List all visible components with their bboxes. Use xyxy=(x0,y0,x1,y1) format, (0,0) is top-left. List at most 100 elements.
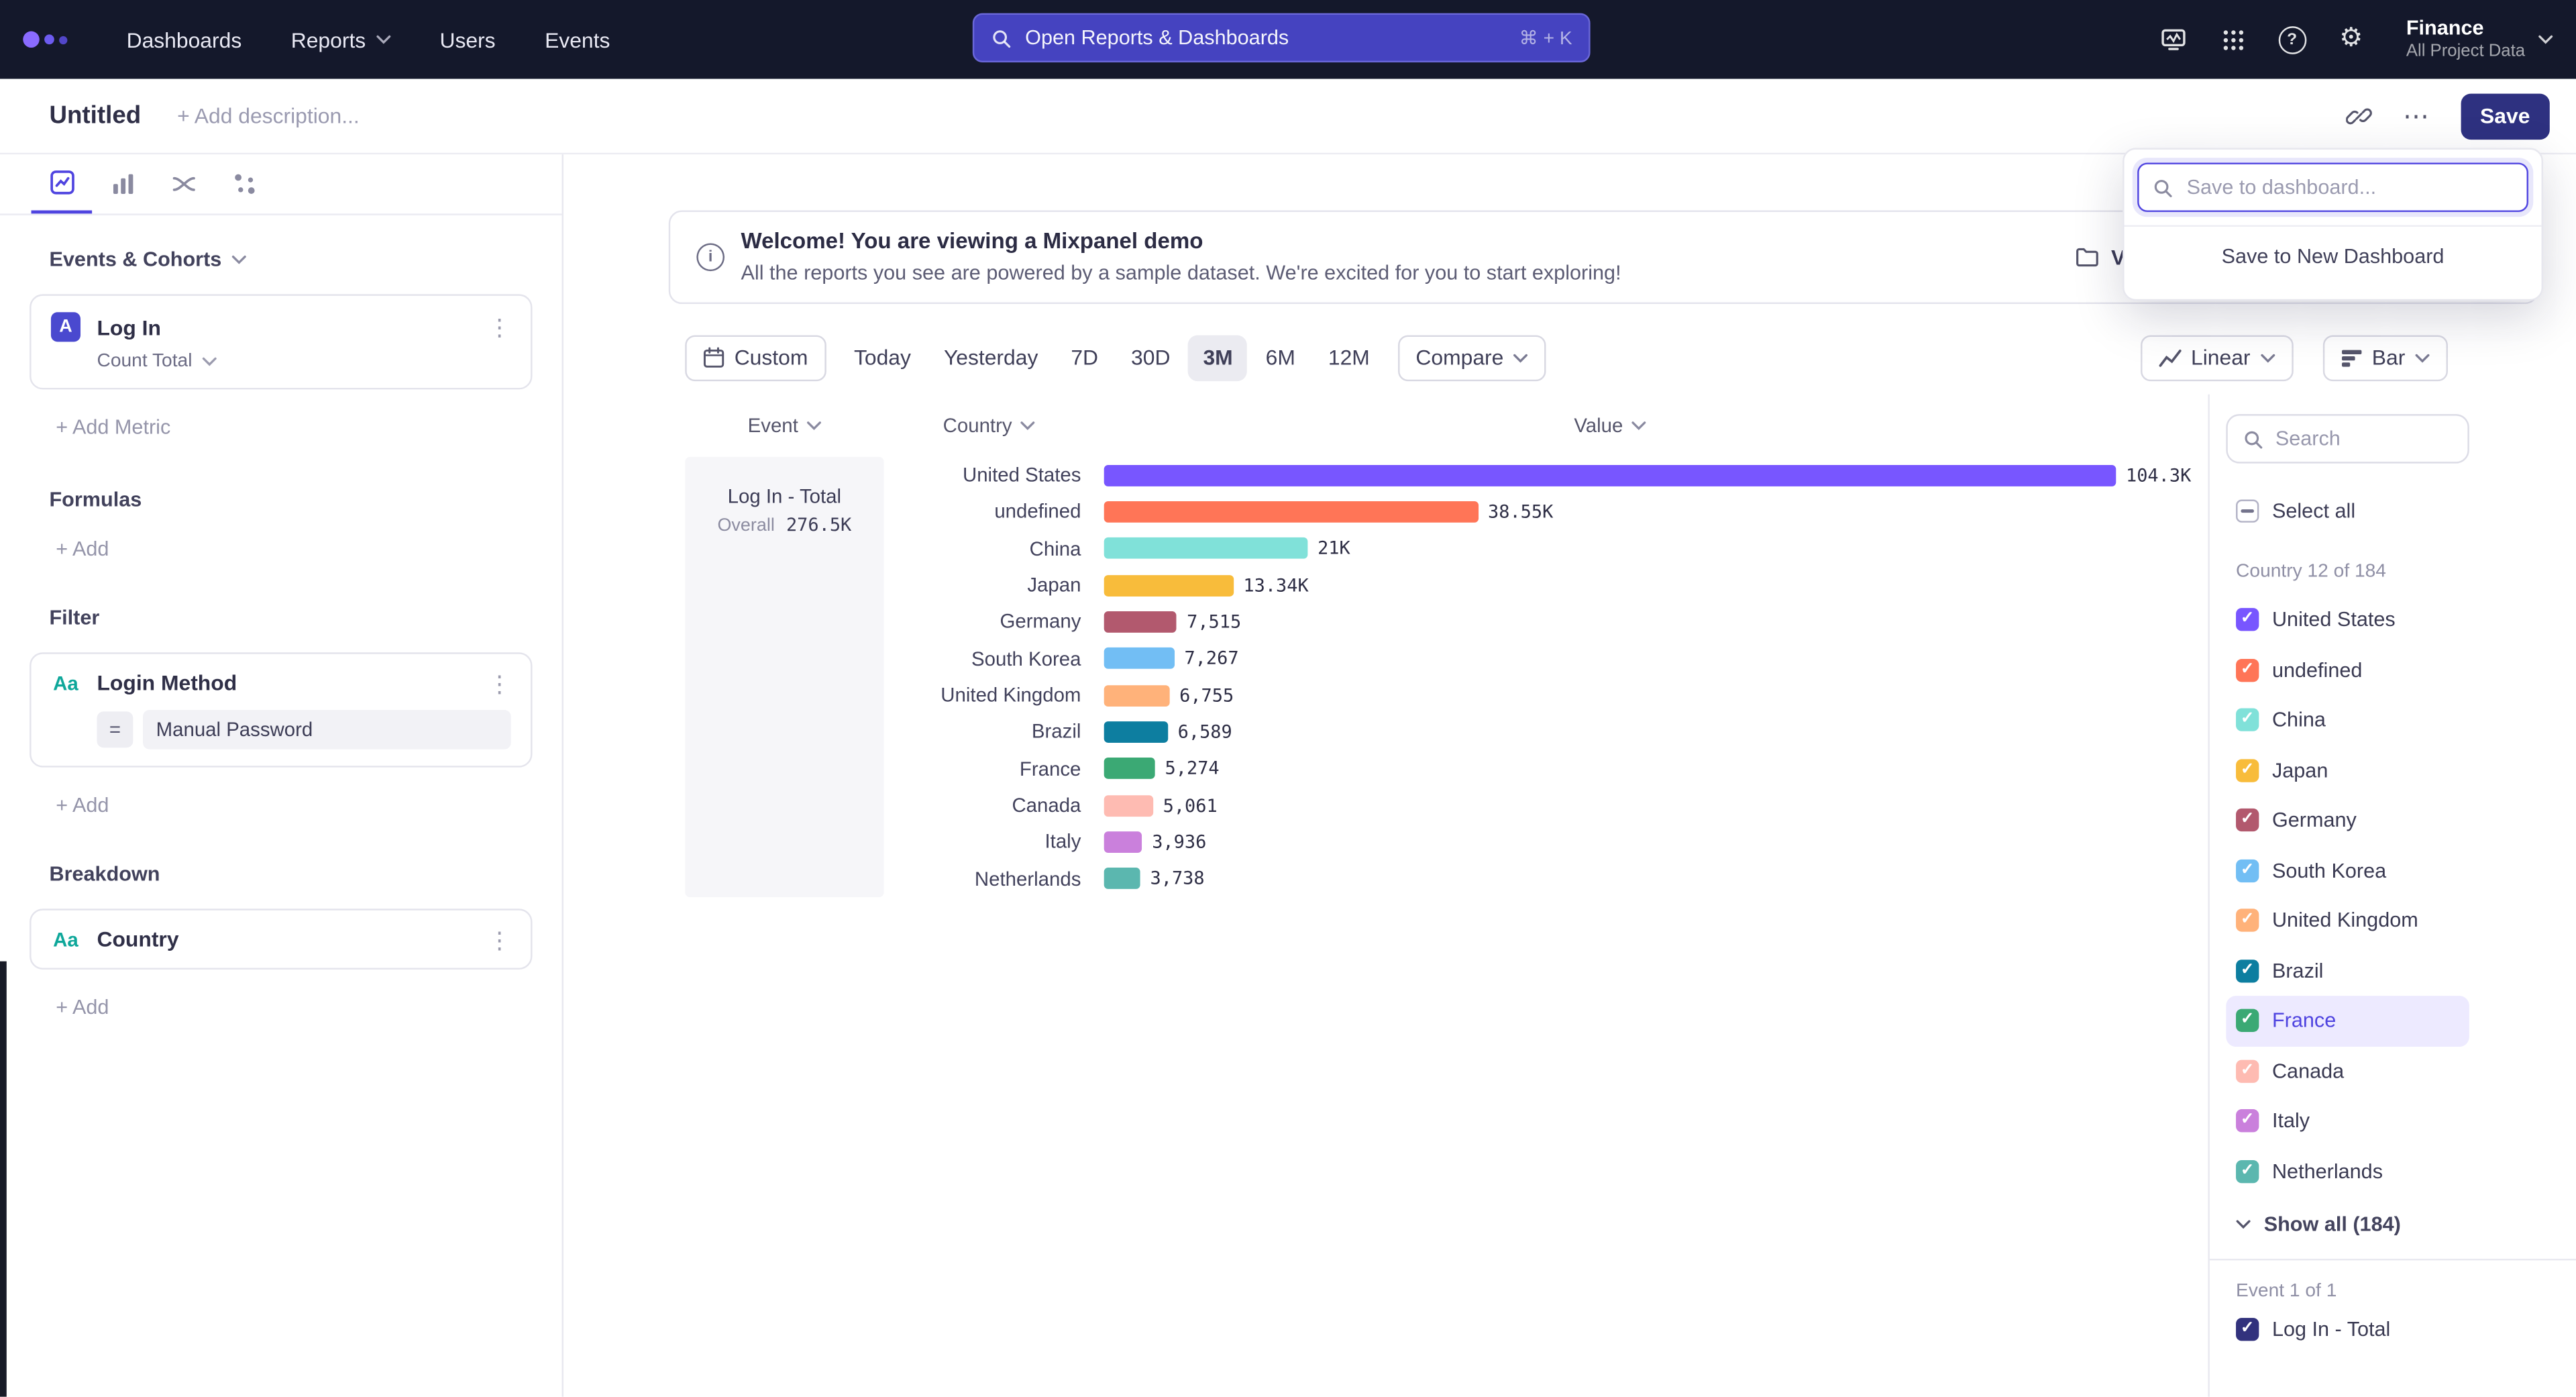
bar-country-label[interactable]: France xyxy=(897,757,1081,780)
kebab-menu-icon[interactable]: ⋮ xyxy=(488,671,511,694)
more-options-icon[interactable]: ⋯ xyxy=(2403,99,2431,132)
legend-item[interactable]: ✓ China xyxy=(2226,695,2469,745)
bar[interactable] xyxy=(1104,721,1168,743)
bar-country-label[interactable]: undefined xyxy=(897,501,1081,523)
range-12m[interactable]: 12M xyxy=(1313,334,1385,380)
save-button[interactable]: Save xyxy=(2461,93,2550,139)
event-total-cell[interactable]: Log In - Total Overall 276.5K xyxy=(685,457,883,897)
help-icon[interactable]: ? xyxy=(2278,25,2306,54)
legend-item[interactable]: ✓ Brazil xyxy=(2226,945,2469,996)
copy-link-icon[interactable] xyxy=(2345,102,2373,130)
filter-value-input[interactable]: Manual Password xyxy=(143,710,511,749)
legend-checkbox[interactable]: ✓ xyxy=(2236,1059,2259,1082)
bar[interactable] xyxy=(1104,868,1140,890)
bar-country-label[interactable]: United Kingdom xyxy=(897,684,1081,707)
bar-country-label[interactable]: Brazil xyxy=(897,721,1081,743)
tab-insights[interactable] xyxy=(32,154,93,213)
breakdown-card[interactable]: Aa Country ⋮ xyxy=(30,909,532,970)
global-search[interactable]: Open Reports & Dashboards ⌘ + K xyxy=(973,13,1591,62)
project-switcher[interactable]: Finance All Project Data xyxy=(2406,16,2553,63)
legend-item[interactable]: ✓ Italy xyxy=(2226,1096,2469,1146)
legend-item[interactable]: ✓ South Korea xyxy=(2226,845,2469,896)
bar[interactable] xyxy=(1104,501,1479,523)
line-style-selector[interactable]: Linear xyxy=(2140,334,2293,380)
legend-checkbox[interactable]: ✓ xyxy=(2236,1009,2259,1032)
legend-item[interactable]: ✓ Japan xyxy=(2226,745,2469,796)
event-legend-checkbox[interactable]: ✓ xyxy=(2236,1318,2259,1341)
aggregation-selector[interactable]: Count Total xyxy=(97,352,511,371)
nav-item-reports[interactable]: Reports xyxy=(291,27,390,52)
bar[interactable] xyxy=(1104,684,1170,706)
legend-checkbox[interactable]: ✓ xyxy=(2236,759,2259,782)
bar[interactable] xyxy=(1104,648,1175,670)
legend-item[interactable]: ✓ France xyxy=(2226,996,2469,1046)
bar-country-label[interactable]: Japan xyxy=(897,574,1081,597)
legend-item[interactable]: ✓ undefined xyxy=(2226,645,2469,695)
compare-button[interactable]: Compare xyxy=(1397,334,1546,380)
legend-checkbox[interactable]: ✓ xyxy=(2236,709,2259,731)
bar[interactable] xyxy=(1104,758,1155,780)
legend-item[interactable]: ✓ Netherlands xyxy=(2226,1146,2469,1196)
chart-type-selector[interactable]: Bar xyxy=(2322,334,2448,380)
custom-date-button[interactable]: Custom xyxy=(685,334,826,380)
legend-checkbox[interactable]: ✓ xyxy=(2236,960,2259,982)
tab-flows[interactable] xyxy=(153,154,214,213)
country-column-header[interactable]: Country xyxy=(897,414,1081,437)
event-legend-item[interactable]: ✓ Log In - Total xyxy=(2226,1318,2576,1341)
report-title[interactable]: Untitled xyxy=(49,102,141,130)
system-status-icon[interactable] xyxy=(2159,25,2188,54)
range-7d[interactable]: 7D xyxy=(1056,334,1113,380)
add-description-placeholder[interactable]: + Add description... xyxy=(177,103,360,128)
bar-country-label[interactable]: Germany xyxy=(897,611,1081,633)
bar-country-label[interactable]: China xyxy=(897,537,1081,560)
bar[interactable] xyxy=(1104,538,1308,560)
bar[interactable] xyxy=(1104,831,1142,853)
legend-checkbox[interactable]: ✓ xyxy=(2236,1159,2259,1182)
add-filter-button[interactable]: + Add xyxy=(56,794,561,817)
select-all-row[interactable]: Select all xyxy=(2226,499,2576,522)
banner-action-button[interactable]: V xyxy=(2075,212,2125,303)
nav-item-dashboards[interactable]: Dashboards xyxy=(127,27,242,52)
add-metric-button[interactable]: + Add Metric xyxy=(56,416,561,439)
range-yesterday[interactable]: Yesterday xyxy=(929,334,1053,380)
event-column-header[interactable]: Event xyxy=(685,414,883,437)
bar-country-label[interactable]: Canada xyxy=(897,794,1081,817)
add-formula-button[interactable]: + Add xyxy=(56,537,561,560)
legend-search[interactable]: Search xyxy=(2226,414,2469,463)
bar-country-label[interactable]: United States xyxy=(897,464,1081,486)
filter-card[interactable]: Aa Login Method ⋮ = Manual Password xyxy=(30,652,532,767)
bar-country-label[interactable]: Italy xyxy=(897,831,1081,853)
show-all-button[interactable]: Show all (184) xyxy=(2236,1212,2576,1235)
range-6m[interactable]: 6M xyxy=(1251,334,1310,380)
value-column-header[interactable]: Value xyxy=(1104,414,2116,437)
legend-item[interactable]: ✓ United States xyxy=(2226,595,2469,645)
legend-checkbox[interactable]: ✓ xyxy=(2236,859,2259,882)
legend-checkbox[interactable]: ✓ xyxy=(2236,609,2259,631)
bar[interactable] xyxy=(1104,794,1153,816)
legend-checkbox[interactable]: ✓ xyxy=(2236,658,2259,681)
legend-item[interactable]: ✓ Canada xyxy=(2226,1046,2469,1096)
legend-checkbox[interactable]: ✓ xyxy=(2236,809,2259,832)
nav-item-users[interactable]: Users xyxy=(439,27,495,52)
bar-country-label[interactable]: Netherlands xyxy=(897,867,1081,890)
bar[interactable] xyxy=(1104,464,2116,486)
bar-country-label[interactable]: South Korea xyxy=(897,647,1081,670)
select-all-checkbox[interactable] xyxy=(2236,499,2259,522)
legend-checkbox[interactable]: ✓ xyxy=(2236,1110,2259,1133)
add-breakdown-button[interactable]: + Add xyxy=(56,996,561,1019)
save-dashboard-search[interactable] xyxy=(2137,162,2528,211)
filter-operator[interactable]: = xyxy=(97,711,133,747)
bar[interactable] xyxy=(1104,611,1177,633)
mixpanel-logo[interactable] xyxy=(23,32,67,48)
legend-item[interactable]: ✓ Germany xyxy=(2226,795,2469,845)
range-today[interactable]: Today xyxy=(839,334,926,380)
bar[interactable] xyxy=(1104,574,1234,596)
nav-item-events[interactable]: Events xyxy=(545,27,610,52)
range-3m[interactable]: 3M xyxy=(1188,334,1247,380)
settings-gear-icon[interactable]: ⚙ xyxy=(2337,25,2365,54)
range-30d[interactable]: 30D xyxy=(1116,334,1185,380)
kebab-menu-icon[interactable]: ⋮ xyxy=(488,927,511,950)
apps-grid-icon[interactable] xyxy=(2219,25,2247,54)
tab-funnels[interactable] xyxy=(92,154,153,213)
save-dashboard-input[interactable] xyxy=(2184,174,2514,201)
